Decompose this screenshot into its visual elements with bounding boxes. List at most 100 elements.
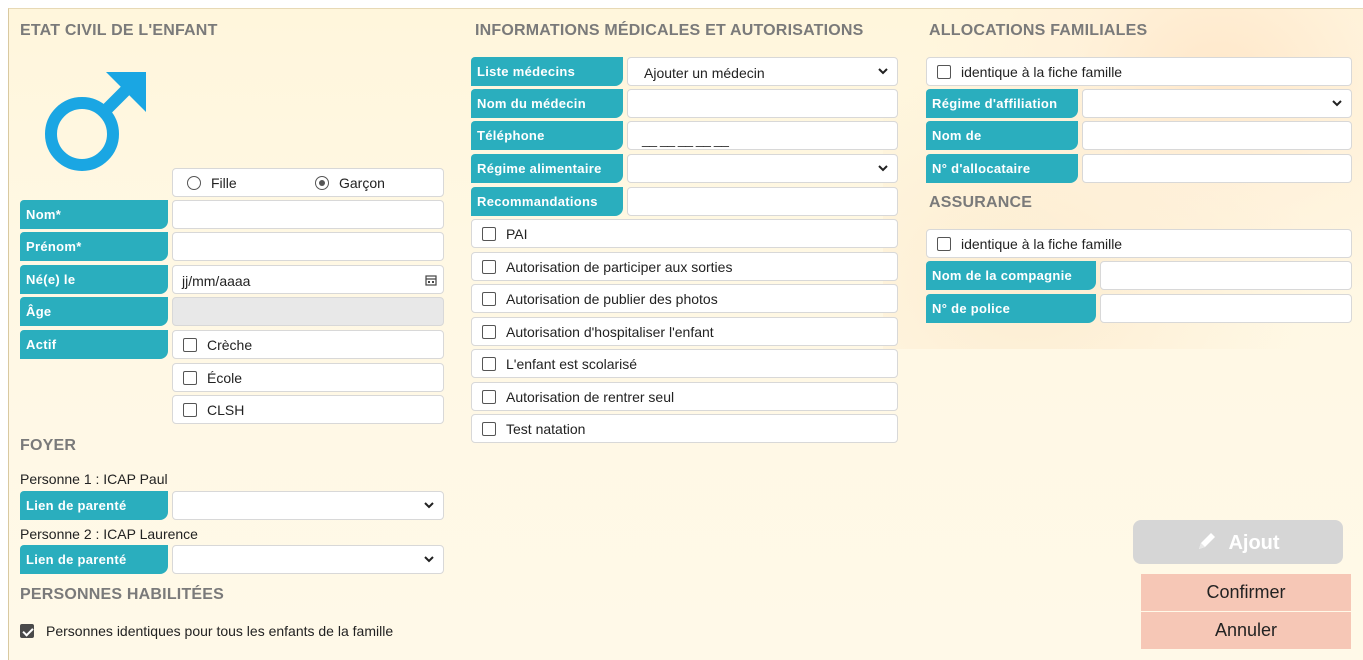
chevron-down-icon (878, 68, 888, 75)
sorties-checkbox[interactable] (482, 260, 496, 274)
radio-fille-control[interactable] (187, 176, 201, 190)
identiques-checkbox[interactable] (20, 624, 34, 638)
regime-alimentaire-select[interactable] (627, 154, 898, 183)
natation-option[interactable]: Test natation (471, 414, 898, 443)
liste-medecins-value: Ajouter un médecin (644, 65, 765, 81)
clsh-label: CLSH (207, 402, 245, 418)
pai-option[interactable]: PAI (471, 219, 898, 248)
natation-checkbox[interactable] (482, 422, 496, 436)
creche-option[interactable]: Crèche (172, 330, 444, 359)
scolarise-label: L'enfant est scolarisé (506, 356, 638, 372)
creche-checkbox[interactable] (183, 338, 197, 352)
lien-parente-select-1[interactable] (172, 491, 444, 520)
radio-fille[interactable]: Fille (187, 175, 237, 191)
lien-parente-label-1: Lien de parenté (20, 491, 168, 520)
ne-le-label: Né(e) le (20, 265, 168, 294)
nom-label: Nom* (20, 200, 168, 229)
regime-affiliation-select[interactable] (1082, 89, 1352, 118)
scolarise-option[interactable]: L'enfant est scolarisé (471, 349, 898, 378)
hospitaliser-label: Autorisation d'hospitaliser l'enfant (506, 324, 714, 340)
calendar-icon[interactable] (425, 274, 437, 286)
liste-medecins-select[interactable]: Ajouter un médecin (627, 57, 898, 86)
pai-label: PAI (506, 226, 528, 242)
compagnie-label: Nom de la compagnie (926, 261, 1096, 290)
etat-civil-title: ETAT CIVIL DE L'ENFANT (20, 22, 218, 39)
annuler-button[interactable]: Annuler (1141, 612, 1351, 649)
lien-parente-label-2: Lien de parenté (20, 545, 168, 574)
ecole-label: École (207, 370, 243, 386)
clsh-option[interactable]: CLSH (172, 395, 444, 424)
assurance-title: ASSURANCE (929, 194, 1033, 211)
lien-parente-select-2[interactable] (172, 545, 444, 574)
nom-medecin-label: Nom du médecin (471, 89, 623, 118)
recommandations-input[interactable] (627, 187, 898, 216)
ecole-option[interactable]: École (172, 363, 444, 392)
ecole-checkbox[interactable] (183, 371, 197, 385)
natation-label: Test natation (506, 421, 586, 437)
police-input[interactable] (1100, 294, 1352, 323)
hospitaliser-option[interactable]: Autorisation d'hospitaliser l'enfant (471, 317, 898, 346)
compagnie-input[interactable] (1100, 261, 1352, 290)
date-placeholder: jj/mm/aaaa (182, 273, 251, 289)
regime-affiliation-label: Régime d'affiliation (926, 89, 1078, 118)
scolarise-checkbox[interactable] (482, 357, 496, 371)
age-field (172, 297, 444, 326)
ajout-label: Ajout (1228, 532, 1280, 554)
allocations-identique-checkbox[interactable] (937, 65, 951, 79)
rentrer-seul-checkbox[interactable] (482, 390, 496, 404)
chevron-down-icon (424, 556, 434, 563)
radio-garcon-label: Garçon (339, 175, 385, 191)
pai-checkbox[interactable] (482, 227, 496, 241)
assurance-identique-checkbox[interactable] (937, 237, 951, 251)
allocataire-input[interactable] (1082, 154, 1352, 183)
radio-fille-label: Fille (211, 175, 237, 191)
personne-2: Personne 2 : ICAP Laurence (20, 526, 198, 542)
pencil-icon (1199, 533, 1216, 549)
liste-medecins-label: Liste médecins (471, 57, 623, 86)
confirmer-button[interactable]: Confirmer (1141, 574, 1351, 611)
chevron-down-icon (424, 502, 434, 509)
allocataire-label: N° d'allocataire (926, 154, 1078, 183)
identiques-option[interactable]: Personnes identiques pour tous les enfan… (20, 623, 393, 639)
gender-radio-group: Fille Garçon (172, 168, 444, 197)
photos-option[interactable]: Autorisation de publier des photos (471, 284, 898, 313)
clsh-checkbox[interactable] (183, 403, 197, 417)
chevron-down-icon (1332, 100, 1342, 107)
nom-de-label: Nom de (926, 121, 1078, 150)
identiques-label: Personnes identiques pour tous les enfan… (46, 623, 394, 639)
sorties-label: Autorisation de participer aux sorties (506, 259, 733, 275)
assurance-identique-option[interactable]: identique à la fiche famille (926, 229, 1352, 258)
photos-checkbox[interactable] (482, 292, 496, 306)
allocations-title: ALLOCATIONS FAMILIALES (929, 22, 1148, 39)
nom-medecin-input[interactable] (627, 89, 898, 118)
regime-alimentaire-label: Régime alimentaire (471, 154, 623, 183)
telephone-input[interactable]: __ __ __ __ __ (627, 121, 898, 150)
actif-label: Actif (20, 330, 168, 359)
telephone-label: Téléphone (471, 121, 623, 150)
prenom-label: Prénom* (20, 232, 168, 261)
photos-label: Autorisation de publier des photos (506, 291, 718, 307)
police-label: N° de police (926, 294, 1096, 323)
age-label: Âge (20, 297, 168, 326)
ajout-button[interactable]: Ajout (1133, 520, 1343, 564)
sorties-option[interactable]: Autorisation de participer aux sorties (471, 252, 898, 281)
chevron-down-icon (878, 165, 888, 172)
nom-de-input[interactable] (1082, 121, 1352, 150)
rentrer-seul-label: Autorisation de rentrer seul (506, 389, 675, 405)
prenom-input[interactable] (172, 232, 444, 261)
medical-title: INFORMATIONS MÉDICALES ET AUTORISATIONS (475, 22, 864, 39)
recommandations-label: Recommandations (471, 187, 623, 216)
foyer-title: FOYER (20, 437, 77, 454)
allocations-identique-option[interactable]: identique à la fiche famille (926, 57, 1352, 86)
assurance-identique-label: identique à la fiche famille (961, 236, 1123, 252)
rentrer-seul-option[interactable]: Autorisation de rentrer seul (471, 382, 898, 411)
male-symbol-icon (40, 70, 150, 175)
date-naissance-input[interactable]: jj/mm/aaaa (172, 265, 444, 294)
creche-label: Crèche (207, 337, 253, 353)
radio-garcon[interactable]: Garçon (315, 175, 385, 191)
habilitees-title: PERSONNES HABILITÉES (20, 586, 225, 603)
hospitaliser-checkbox[interactable] (482, 325, 496, 339)
personne-1: Personne 1 : ICAP Paul (20, 471, 168, 487)
nom-input[interactable] (172, 200, 444, 229)
radio-garcon-control[interactable] (315, 176, 329, 190)
